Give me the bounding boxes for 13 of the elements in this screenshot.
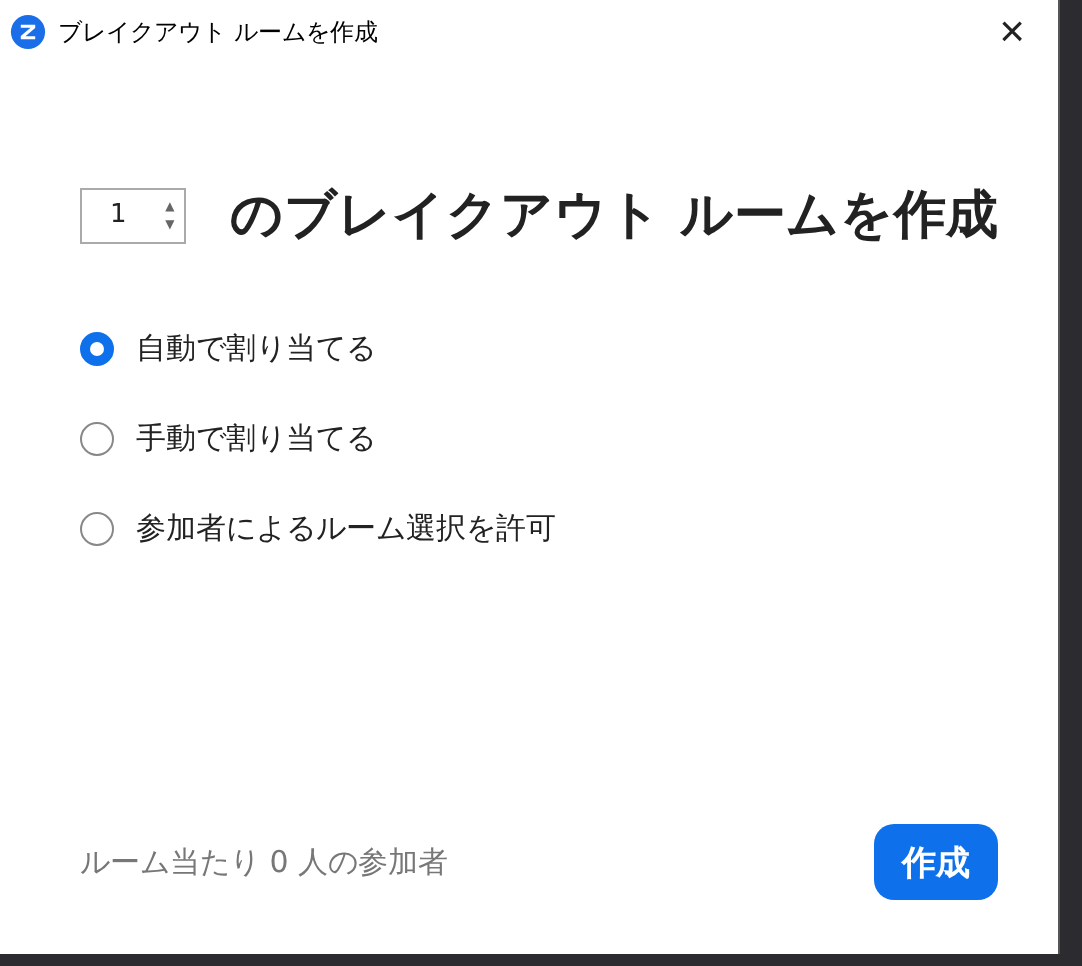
radio-button[interactable] <box>80 511 114 545</box>
participants-note: ルーム当たり 0 人の参加者 <box>80 843 449 881</box>
radio-button[interactable] <box>80 421 114 455</box>
create-button[interactable]: 作成 <box>874 824 998 900</box>
app-logo-icon <box>10 14 46 50</box>
room-count-value: 1 <box>110 200 129 230</box>
radio-button[interactable] <box>80 331 114 365</box>
dialog-heading: のブレイクアウト ルームを作成 <box>229 184 998 250</box>
option-label: 手動で割り当てる <box>136 419 376 457</box>
option-label: 参加者によるルーム選択を許可 <box>136 509 556 547</box>
option-label: 自動で割り当てる <box>136 329 376 367</box>
window-title: ブレイクアウト ルームを作成 <box>58 15 378 49</box>
close-button[interactable]: × <box>966 0 1058 64</box>
